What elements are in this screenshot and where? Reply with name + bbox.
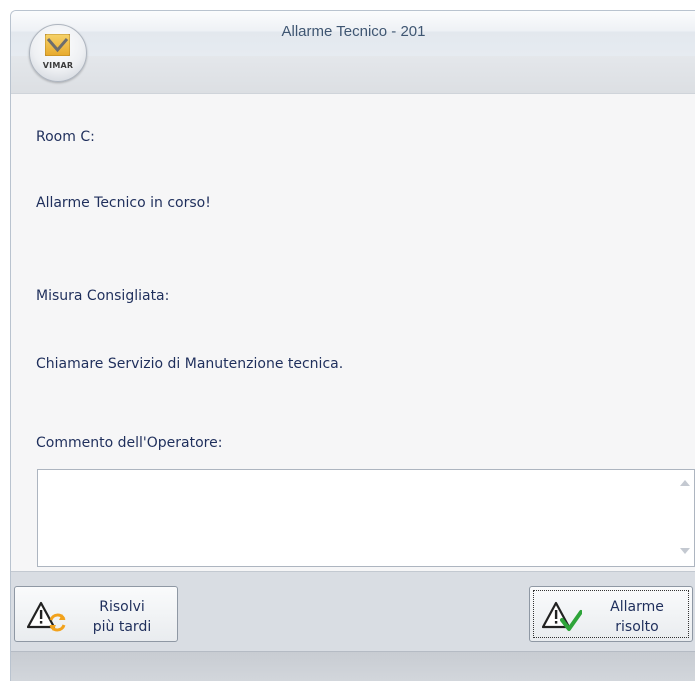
button-bar: Risolvi più tardi Allarme risolto	[11, 571, 695, 652]
comment-scrollbar[interactable]	[676, 470, 694, 566]
alarm-resolved-button[interactable]: Allarme risolto	[529, 586, 693, 642]
comment-label: Commento dell'Operatore:	[36, 435, 223, 451]
measure-label: Misura Consigliata:	[36, 288, 170, 304]
room-label: Room C:	[36, 129, 95, 145]
resolve-later-label: Risolvi più tardi	[92, 599, 152, 635]
status-strip	[11, 651, 695, 681]
scroll-up-arrow-icon[interactable]	[680, 480, 690, 486]
scroll-down-arrow-icon[interactable]	[680, 548, 690, 554]
warning-check-icon	[542, 601, 582, 631]
vimar-logo-icon	[45, 34, 70, 56]
alarm-window: Allarme Tecnico - 201 VIMAR Room C: Alla…	[10, 10, 695, 681]
measure-text: Chiamare Servizio di Manutenzione tecnic…	[36, 356, 344, 372]
vimar-logo-button[interactable]: VIMAR	[29, 24, 87, 82]
warning-refresh-icon	[27, 601, 66, 632]
header-strip	[11, 56, 695, 94]
window-title: Allarme Tecnico - 201	[281, 23, 426, 40]
operator-comment-textarea[interactable]	[37, 469, 695, 567]
resolve-later-button[interactable]: Risolvi più tardi	[14, 586, 178, 642]
logo-text: VIMAR	[42, 61, 74, 70]
title-bar: Allarme Tecnico - 201	[11, 11, 695, 56]
alarm-resolved-label: Allarme risolto	[610, 599, 664, 635]
alarm-status-text: Allarme Tecnico in corso!	[36, 195, 211, 211]
